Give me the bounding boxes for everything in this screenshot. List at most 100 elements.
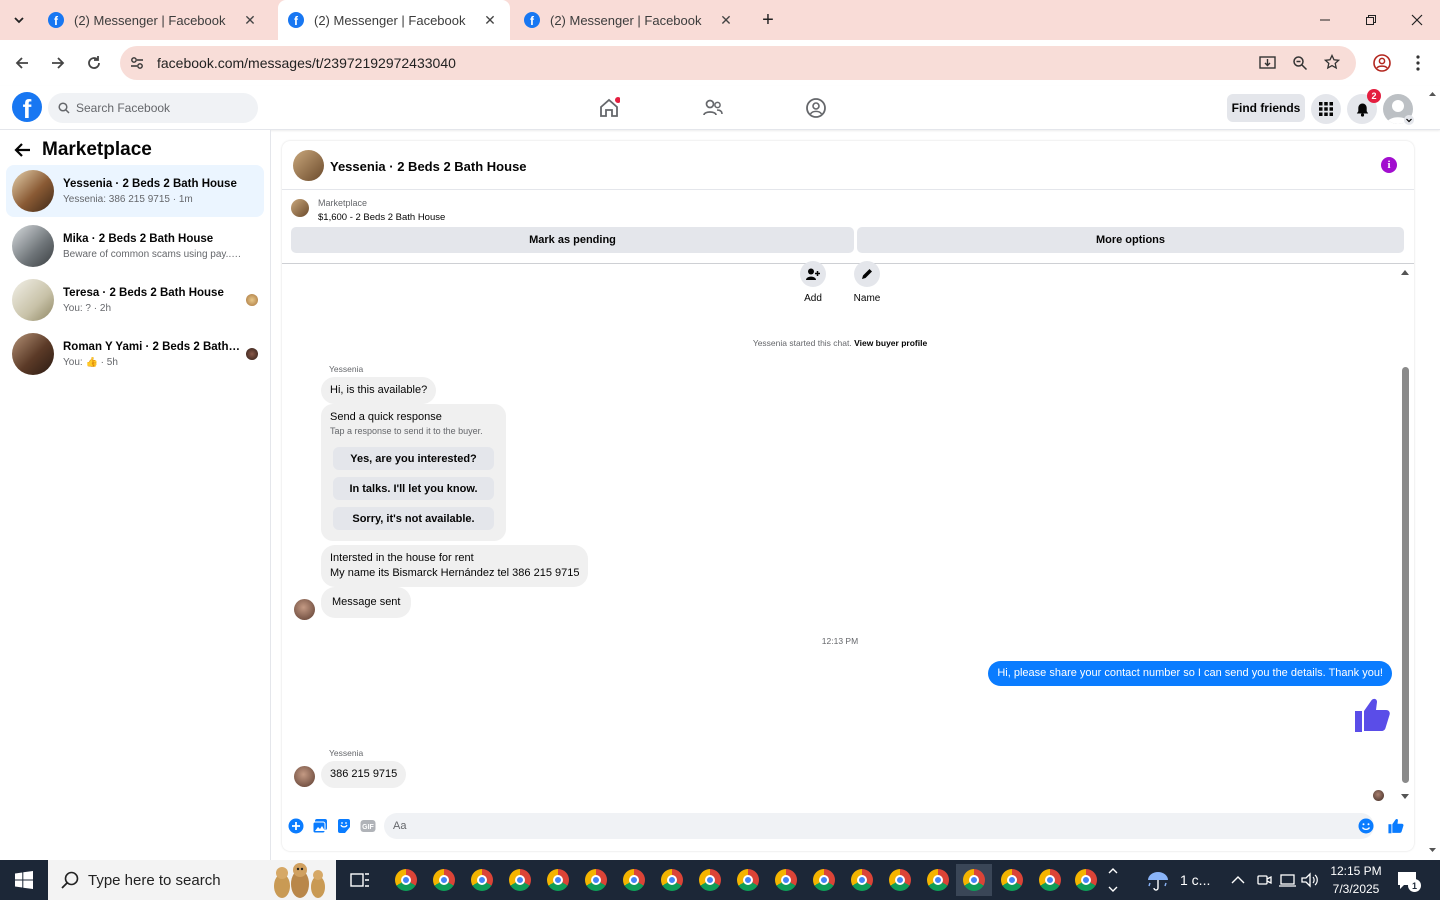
conversation-item-yessenia[interactable]: Yessenia · 2 Beds 2 Bath House Yessenia:…: [6, 165, 264, 217]
chrome-taskbar-app[interactable]: [616, 864, 652, 896]
chrome-taskbar-app[interactable]: [920, 864, 956, 896]
home-nav-button[interactable]: [595, 94, 623, 122]
network-icon[interactable]: [1278, 860, 1296, 900]
browser-toolbar: facebook.com/messages/t/2397219297243304…: [0, 40, 1440, 86]
profile-button[interactable]: [1369, 50, 1395, 76]
clock[interactable]: 12:15 PM 7/3/2025: [1327, 860, 1385, 900]
info-icon[interactable]: i: [1381, 157, 1397, 173]
site-settings-icon[interactable]: [130, 56, 144, 70]
friends-nav-button[interactable]: [699, 94, 727, 122]
message-bubble[interactable]: Intersted in the house for rent My name …: [321, 545, 589, 587]
scrollbar-thumb[interactable]: [1402, 367, 1409, 783]
sender-avatar[interactable]: [294, 766, 315, 787]
zoom-icon[interactable]: [1292, 55, 1308, 71]
close-window-button[interactable]: [1394, 0, 1440, 40]
facebook-logo-icon[interactable]: f: [12, 92, 42, 122]
emoji-button[interactable]: [1358, 818, 1374, 834]
taskbar-search-box[interactable]: Type here to search: [48, 860, 336, 900]
message-bubble[interactable]: Hi, is this available?: [321, 377, 437, 404]
bookmark-star-icon[interactable]: [1324, 54, 1340, 70]
chrome-taskbar-app[interactable]: [464, 864, 500, 896]
attach-photo-button[interactable]: [312, 818, 328, 834]
grid-menu-icon: [1319, 102, 1333, 116]
close-tab-icon[interactable]: ✕: [482, 12, 498, 29]
more-actions-button[interactable]: [288, 818, 304, 834]
quick-response-option[interactable]: Yes, are you interested?: [333, 447, 494, 470]
url-text[interactable]: facebook.com/messages/t/2397219297243304…: [157, 55, 456, 71]
quick-response-option[interactable]: Sorry, it's not available.: [333, 507, 494, 530]
close-tab-icon[interactable]: ✕: [718, 12, 734, 29]
start-button[interactable]: [0, 860, 48, 900]
listing-detail[interactable]: $1,600 - 2 Beds 2 Bath House: [318, 212, 445, 223]
tab-search-button[interactable]: [0, 0, 38, 40]
message-input[interactable]: Aa: [384, 813, 1374, 839]
chrome-taskbar-app[interactable]: [426, 864, 462, 896]
chrome-taskbar-app[interactable]: [502, 864, 538, 896]
chrome-taskbar-app[interactable]: [1068, 864, 1104, 896]
sender-avatar[interactable]: [294, 599, 315, 620]
conversation-item-mika[interactable]: Mika · 2 Beds 2 Bath House Beware of com…: [6, 221, 264, 271]
page-scroll-down-icon[interactable]: [1428, 847, 1437, 854]
chrome-taskbar-app[interactable]: [882, 864, 918, 896]
chrome-taskbar-app[interactable]: [994, 864, 1030, 896]
thumbs-up-icon: [1388, 818, 1404, 833]
message-bubble[interactable]: Message sent: [321, 587, 412, 618]
find-friends-button[interactable]: Find friends: [1227, 94, 1305, 122]
close-tab-icon[interactable]: ✕: [242, 12, 258, 29]
chrome-taskbar-app[interactable]: [578, 864, 614, 896]
task-view-button[interactable]: [342, 864, 378, 896]
action-center-button[interactable]: 1: [1396, 860, 1422, 900]
back-button[interactable]: [9, 50, 35, 76]
sticker-button[interactable]: [336, 818, 352, 834]
chrome-taskbar-app-active[interactable]: [956, 864, 992, 896]
chrome-taskbar-app[interactable]: [388, 864, 424, 896]
facebook-search-input[interactable]: Search Facebook: [48, 93, 258, 123]
reload-button[interactable]: [81, 50, 107, 76]
install-app-icon[interactable]: [1259, 55, 1276, 71]
minimize-button[interactable]: [1302, 0, 1348, 40]
chrome-taskbar-app[interactable]: [844, 864, 880, 896]
name-chat-button[interactable]: Name: [847, 261, 887, 304]
send-like-button[interactable]: [1388, 817, 1404, 833]
quick-response-option[interactable]: In talks. I'll let you know.: [333, 477, 494, 500]
browser-tab-1[interactable]: f (2) Messenger | Facebook ✕: [38, 0, 276, 40]
groups-nav-button[interactable]: [802, 94, 830, 122]
message-bubble[interactable]: 386 215 9715: [321, 761, 407, 788]
weather-widget[interactable]: 1 c...: [1146, 860, 1210, 900]
address-bar[interactable]: facebook.com/messages/t/2397219297243304…: [120, 46, 1356, 80]
restore-icon: [1366, 15, 1376, 25]
forward-button[interactable]: [45, 50, 71, 76]
new-tab-button[interactable]: +: [752, 0, 784, 40]
chat-title[interactable]: Yessenia · 2 Beds 2 Bath House: [330, 159, 527, 174]
gif-button[interactable]: GIF: [360, 818, 376, 834]
menu-button[interactable]: [1311, 94, 1341, 124]
view-buyer-profile-link[interactable]: View buyer profile: [854, 338, 927, 348]
chat-scrollbar[interactable]: [1400, 268, 1410, 853]
mark-as-pending-button[interactable]: Mark as pending: [291, 227, 854, 253]
taskbar-overflow-arrows[interactable]: [1106, 860, 1120, 900]
add-people-button[interactable]: Add: [793, 261, 833, 304]
more-options-button[interactable]: More options: [857, 227, 1404, 253]
browser-tab-2[interactable]: f (2) Messenger | Facebook ✕: [278, 0, 510, 40]
chat-avatar[interactable]: [293, 150, 324, 181]
conversation-item-teresa[interactable]: Teresa · 2 Beds 2 Bath House You: ? · 2h: [6, 275, 264, 325]
browser-tab-3[interactable]: f (2) Messenger | Facebook ✕: [514, 0, 752, 40]
chrome-taskbar-app[interactable]: [806, 864, 842, 896]
thumbs-up-sticker-icon[interactable]: [1354, 695, 1391, 733]
chrome-taskbar-app[interactable]: [768, 864, 804, 896]
chrome-taskbar-app[interactable]: [654, 864, 690, 896]
chrome-taskbar-app[interactable]: [1032, 864, 1068, 896]
back-arrow-icon[interactable]: [14, 142, 32, 158]
my-message-bubble[interactable]: Hi, please share your contact number so …: [988, 661, 1392, 686]
conversation-item-roman[interactable]: Roman Y Yami · 2 Beds 2 Bath H... You: 👍…: [6, 329, 264, 379]
listing-thumbnail[interactable]: [291, 199, 309, 217]
chrome-taskbar-app[interactable]: [540, 864, 576, 896]
browser-menu-button[interactable]: [1405, 50, 1431, 76]
page-scroll-up-icon[interactable]: [1428, 90, 1437, 97]
meet-now-icon[interactable]: [1256, 860, 1272, 900]
chrome-taskbar-app[interactable]: [692, 864, 728, 896]
chrome-taskbar-app[interactable]: [730, 864, 766, 896]
restore-button[interactable]: [1348, 0, 1394, 40]
volume-icon[interactable]: [1301, 860, 1319, 900]
show-hidden-icons[interactable]: [1231, 860, 1245, 900]
